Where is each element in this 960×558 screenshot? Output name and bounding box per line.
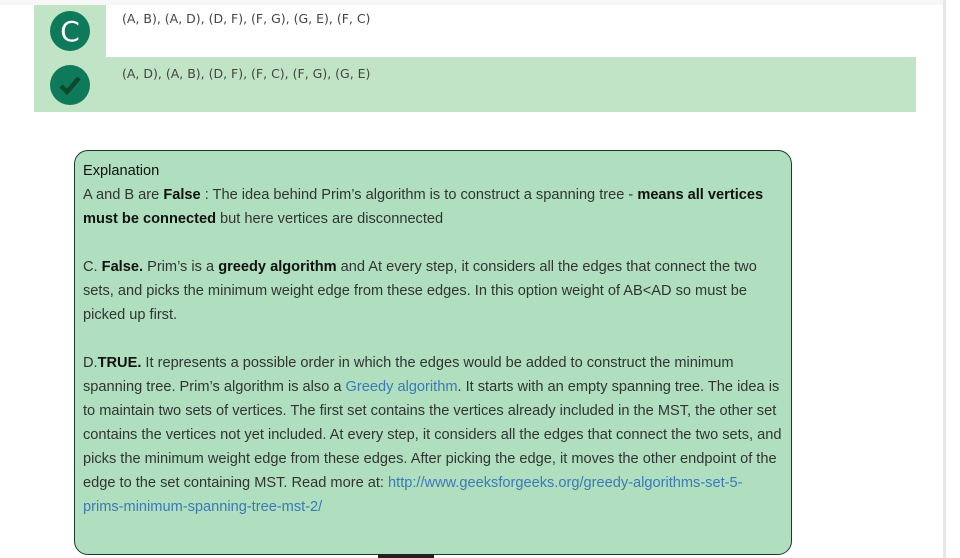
option-c[interactable]: C (A, B), (A, D), (D, F), (F, G), (G, E)…	[34, 5, 916, 57]
option-marker-strip: C	[34, 5, 106, 57]
option-c-marker: C	[50, 11, 90, 51]
text: TRUE.	[97, 355, 142, 371]
explanation-box: Explanation A and B are False : The idea…	[74, 150, 792, 555]
explanation-d: D.TRUE. It represents a possible order i…	[83, 351, 783, 519]
explanation-c: C. False. Prim’s is a greedy algorithm a…	[83, 255, 783, 327]
option-text: (A, D), (A, B), (D, F), (F, C), (F, G), …	[122, 66, 371, 81]
scrollbar-track[interactable]	[943, 0, 946, 558]
text: False	[163, 187, 201, 203]
explanation-title: Explanation	[83, 163, 160, 179]
greedy-algorithm-link[interactable]: Greedy algorithm	[346, 379, 458, 395]
text: but here vertices are disconnected	[216, 211, 444, 227]
text: C.	[83, 259, 102, 275]
text: : The idea behind Prim’s algorithm is to…	[200, 187, 638, 203]
explanation-ab: A and B are False : The idea behind Prim…	[83, 183, 783, 231]
option-text: (A, B), (A, D), (D, F), (F, G), (G, E), …	[122, 11, 371, 26]
text: False.	[101, 259, 144, 275]
option-d-correct[interactable]: (A, D), (A, B), (D, F), (F, C), (F, G), …	[34, 57, 916, 112]
check-icon	[50, 65, 90, 105]
bottom-tab[interactable]	[378, 554, 434, 558]
text: A and B are	[83, 187, 164, 203]
text: greedy algorithm	[218, 259, 337, 275]
text: Prim’s is a	[143, 259, 219, 275]
text: D.	[83, 355, 98, 371]
